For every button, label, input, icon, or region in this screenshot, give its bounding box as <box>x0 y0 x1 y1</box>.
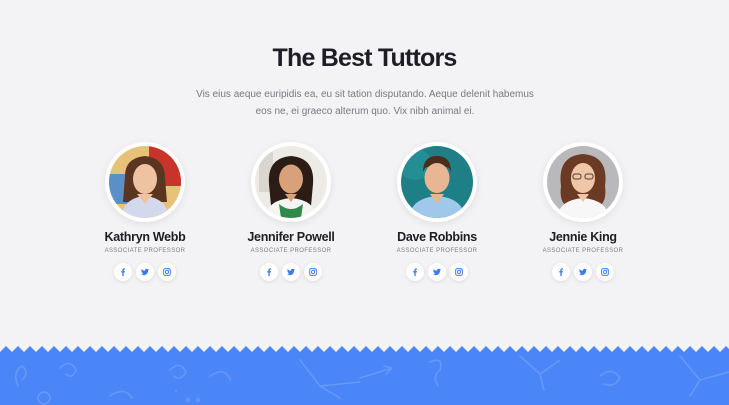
facebook-link[interactable] <box>114 263 132 281</box>
tutor-card-jennifer-powell: Jennifer Powell ASSOCIATE PROFESSOR <box>216 142 366 281</box>
twitter-link[interactable] <box>136 263 154 281</box>
dave-robbins-photo[interactable] <box>401 146 473 218</box>
tutor-name: Jennifer Powell <box>247 230 335 244</box>
avatar-frame <box>397 142 477 222</box>
jennie-king-photo[interactable] <box>547 146 619 218</box>
twitter-icon <box>433 268 441 276</box>
twitter-link[interactable] <box>428 263 446 281</box>
twitter-icon <box>141 268 149 276</box>
social-links <box>216 263 366 281</box>
avatar-frame <box>251 142 331 222</box>
instagram-link[interactable] <box>450 263 468 281</box>
instagram-link[interactable] <box>596 263 614 281</box>
instagram-icon <box>601 268 609 276</box>
tutor-name: Kathryn Webb <box>104 230 186 244</box>
instagram-link[interactable] <box>158 263 176 281</box>
social-links <box>508 263 658 281</box>
tutor-role: ASSOCIATE PROFESSOR <box>396 248 478 254</box>
avatar-frame <box>543 142 623 222</box>
kathryn-webb-photo[interactable] <box>109 146 181 218</box>
facebook-link[interactable] <box>552 263 570 281</box>
twitter-link[interactable] <box>574 263 592 281</box>
instagram-icon <box>455 268 463 276</box>
tutor-role: ASSOCIATE PROFESSOR <box>542 248 624 254</box>
twitter-icon <box>579 268 587 276</box>
facebook-icon <box>413 268 418 276</box>
tutor-role: ASSOCIATE PROFESSOR <box>104 248 186 254</box>
tutor-card-jennie-king: Jennie King ASSOCIATE PROFESSOR <box>508 142 658 281</box>
section-title: The Best Tuttors <box>272 44 458 72</box>
tutor-role: ASSOCIATE PROFESSOR <box>250 248 332 254</box>
facebook-link[interactable] <box>260 263 278 281</box>
zigzag-pattern-background <box>0 346 729 405</box>
tutor-card-dave-robbins: Dave Robbins ASSOCIATE PROFESSOR <box>362 142 512 281</box>
social-links <box>362 263 512 281</box>
social-links <box>70 263 220 281</box>
avatar-frame <box>105 142 185 222</box>
facebook-icon <box>267 268 272 276</box>
instagram-link[interactable] <box>304 263 322 281</box>
tutor-name: Dave Robbins <box>397 230 477 244</box>
twitter-link[interactable] <box>282 263 300 281</box>
section-subtitle: Vis eius aeque euripidis ea, eu sit tati… <box>196 89 534 117</box>
footer-wave-band <box>0 346 729 405</box>
tutor-name: Jennie King <box>549 230 617 244</box>
facebook-icon <box>559 268 564 276</box>
facebook-icon <box>121 268 126 276</box>
facebook-link[interactable] <box>406 263 424 281</box>
tutor-card-kathryn-webb: Kathryn Webb ASSOCIATE PROFESSOR <box>70 142 220 281</box>
twitter-icon <box>287 268 295 276</box>
jennifer-powell-photo[interactable] <box>255 146 327 218</box>
instagram-icon <box>163 268 171 276</box>
instagram-icon <box>309 268 317 276</box>
